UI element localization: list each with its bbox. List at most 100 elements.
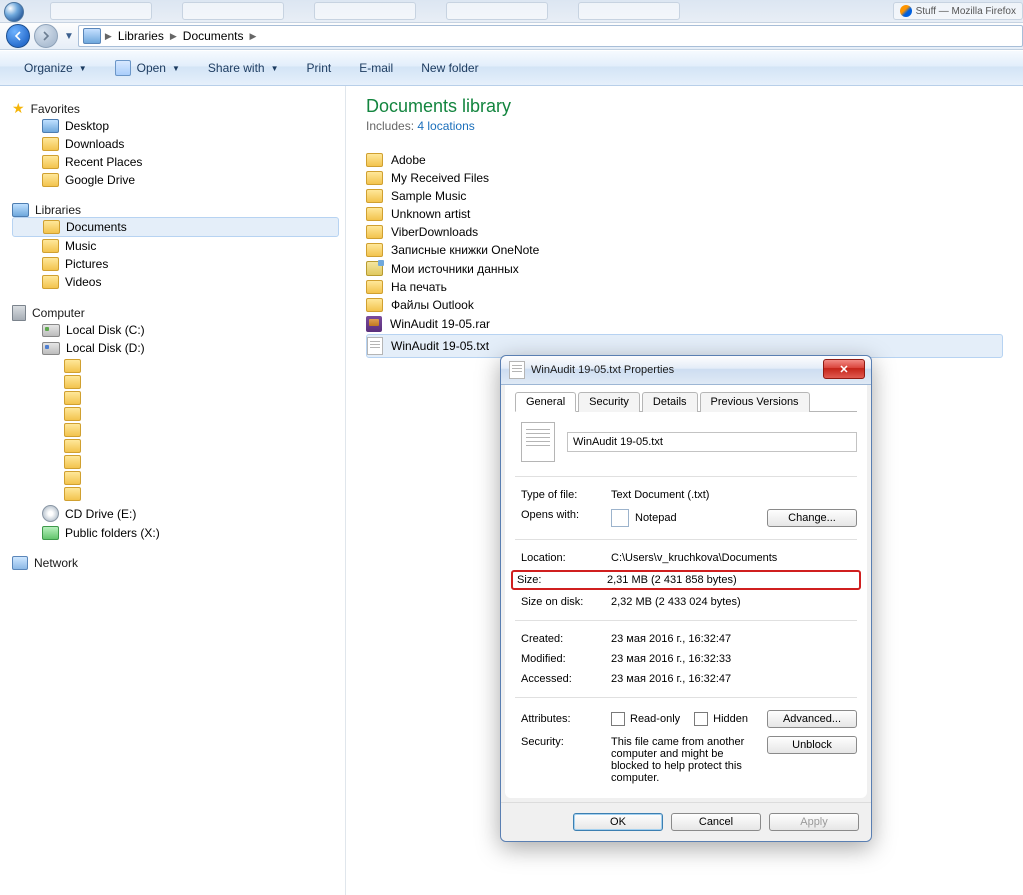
library-subtitle: Includes: 4 locations: [366, 119, 1003, 133]
nav-cd-drive[interactable]: CD Drive (E:): [12, 503, 345, 524]
nav-favorites-header[interactable]: ★Favorites: [12, 100, 345, 117]
nav-recent[interactable]: Recent Places: [12, 153, 345, 171]
explorer-address-bar: ▼ ▶ Libraries ▶ Documents ▶: [0, 23, 1023, 50]
folder-icon[interactable]: [64, 471, 81, 485]
nav-computer-header[interactable]: Computer: [12, 305, 345, 321]
organize-button[interactable]: Organize▼: [10, 51, 101, 85]
readonly-checkbox[interactable]: [611, 712, 625, 726]
folder-icon[interactable]: [64, 375, 81, 389]
nav-local-c[interactable]: Local Disk (C:): [12, 321, 345, 339]
list-item[interactable]: Файлы Outlook: [366, 296, 1003, 314]
cancel-button[interactable]: Cancel: [671, 813, 761, 831]
hidden-checkbox[interactable]: [694, 712, 708, 726]
ok-button[interactable]: OK: [573, 813, 663, 831]
folder-icon[interactable]: [64, 407, 81, 421]
nav-network-header[interactable]: Network: [12, 556, 345, 570]
breadcrumb-sep[interactable]: ▶: [170, 31, 177, 42]
filename-input[interactable]: [567, 432, 857, 452]
location-value: C:\Users\v_kruchkova\Documents: [611, 552, 857, 564]
close-button[interactable]: ✕: [823, 359, 865, 379]
nav-history-dropdown[interactable]: ▼: [62, 31, 74, 42]
folder-icon: [366, 298, 383, 312]
list-item[interactable]: Adobe: [366, 151, 1003, 169]
apply-button[interactable]: Apply: [769, 813, 859, 831]
open-label: Open: [137, 61, 166, 75]
change-button[interactable]: Change...: [767, 509, 857, 527]
list-item[interactable]: Записные книжки OneNote: [366, 241, 1003, 259]
taskbar-item[interactable]: [578, 2, 680, 20]
nav-forward-button[interactable]: [34, 24, 58, 48]
tab-details[interactable]: Details: [642, 392, 698, 412]
start-orb-icon[interactable]: [4, 2, 24, 22]
email-button[interactable]: E-mail: [345, 51, 407, 85]
nav-back-button[interactable]: [6, 24, 30, 48]
size-value: 2,31 MB (2 431 858 bytes): [607, 574, 855, 586]
breadcrumb[interactable]: ▶ Libraries ▶ Documents ▶: [78, 25, 1023, 47]
locations-link[interactable]: 4 locations: [417, 119, 474, 133]
taskbar-item[interactable]: [182, 2, 284, 20]
folder-icon[interactable]: [64, 439, 81, 453]
nav-desktop-label: Desktop: [65, 119, 109, 133]
taskbar-item[interactable]: [50, 2, 152, 20]
folder-icon[interactable]: [64, 423, 81, 437]
readonly-label: Read-only: [630, 713, 680, 725]
drive-icon: [42, 324, 60, 337]
notepad-icon: [611, 509, 629, 527]
folder-icon: [366, 171, 383, 185]
nav-local-d-children: [64, 359, 345, 501]
computer-label: Computer: [32, 306, 85, 320]
nav-documents[interactable]: Documents: [12, 217, 339, 237]
list-item[interactable]: WinAudit 19-05.rar: [366, 314, 1003, 334]
list-item[interactable]: Мои источники данных: [366, 259, 1003, 278]
breadcrumb-sep[interactable]: ▶: [249, 31, 256, 42]
list-item[interactable]: ViberDownloads: [366, 223, 1003, 241]
list-item[interactable]: Sample Music: [366, 187, 1003, 205]
hidden-label: Hidden: [713, 713, 748, 725]
file-name: My Received Files: [391, 171, 489, 185]
unblock-button[interactable]: Unblock: [767, 736, 857, 754]
desktop-icon: [42, 119, 59, 133]
explorer-toolbar: Organize▼ Open▼ Share with▼ Print E-mail…: [0, 50, 1023, 86]
breadcrumb-libraries[interactable]: Libraries: [112, 29, 170, 43]
list-item[interactable]: Unknown artist: [366, 205, 1003, 223]
nav-pictures-label: Pictures: [65, 257, 108, 271]
nav-libraries-header[interactable]: Libraries: [12, 203, 345, 217]
open-button[interactable]: Open▼: [101, 51, 194, 85]
advanced-button[interactable]: Advanced...: [767, 710, 857, 728]
dialog-titlebar[interactable]: WinAudit 19-05.txt Properties ✕: [501, 356, 871, 385]
taskbar-item-firefox[interactable]: Stuff — Mozilla Firefox: [893, 2, 1023, 20]
nav-public-folders[interactable]: Public folders (X:): [12, 524, 345, 542]
nav-music[interactable]: Music: [12, 237, 345, 255]
taskbar-item[interactable]: [314, 2, 416, 20]
taskbar-item[interactable]: [446, 2, 548, 20]
nav-desktop[interactable]: Desktop: [12, 117, 345, 135]
nav-pictures[interactable]: Pictures: [12, 255, 345, 273]
tab-previous-versions[interactable]: Previous Versions: [700, 392, 810, 412]
folder-icon: [366, 207, 383, 221]
list-item[interactable]: На печать: [366, 278, 1003, 296]
folder-icon: [366, 153, 383, 167]
share-button[interactable]: Share with▼: [194, 51, 293, 85]
list-item[interactable]: My Received Files: [366, 169, 1003, 187]
nav-gdrive[interactable]: Google Drive: [12, 171, 345, 189]
file-name: На печать: [391, 280, 447, 294]
folder-icon[interactable]: [64, 391, 81, 405]
newfolder-button[interactable]: New folder: [407, 51, 492, 85]
tab-general[interactable]: General: [515, 392, 576, 412]
nav-downloads[interactable]: Downloads: [12, 135, 345, 153]
folder-icon[interactable]: [64, 487, 81, 501]
breadcrumb-sep[interactable]: ▶: [105, 31, 112, 42]
cd-icon: [42, 505, 59, 522]
nav-pane: ★Favorites Desktop Downloads Recent Plac…: [0, 86, 346, 895]
libraries-label: Libraries: [35, 203, 81, 217]
chevron-down-icon: ▼: [271, 64, 279, 73]
folder-icon[interactable]: [64, 359, 81, 373]
size-row-highlight: Size:2,31 MB (2 431 858 bytes): [511, 570, 861, 590]
breadcrumb-documents[interactable]: Documents: [177, 29, 250, 43]
folder-icon[interactable]: [64, 455, 81, 469]
nav-local-d[interactable]: Local Disk (D:): [12, 339, 345, 357]
rar-icon: [366, 316, 382, 332]
tab-security[interactable]: Security: [578, 392, 640, 412]
print-button[interactable]: Print: [293, 51, 346, 85]
nav-videos[interactable]: Videos: [12, 273, 345, 291]
